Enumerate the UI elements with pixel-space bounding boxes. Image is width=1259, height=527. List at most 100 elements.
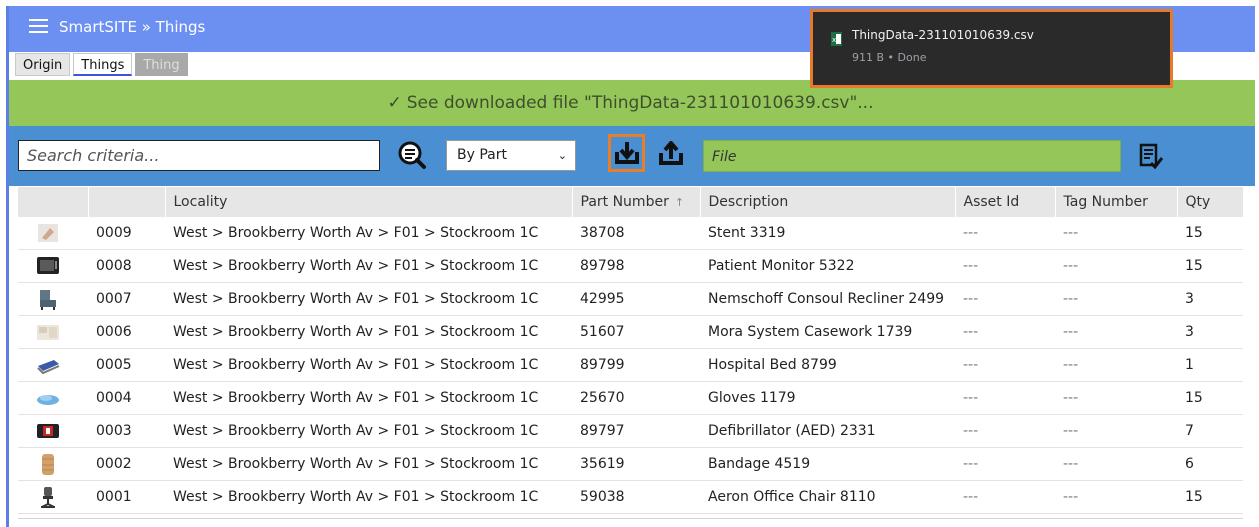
row-asset-id: ---: [955, 315, 1055, 349]
table-row[interactable]: 0002 West > Brookberry Worth Av > F01 > …: [18, 447, 1243, 481]
row-tag-number: ---: [1055, 282, 1177, 316]
row-id: 0004: [88, 381, 165, 415]
row-qty: 3: [1177, 315, 1243, 349]
upload-button[interactable]: [655, 137, 687, 171]
row-description: Mora System Casework 1739: [700, 315, 955, 349]
table-row[interactable]: 0003 West > Brookberry Worth Av > F01 > …: [18, 414, 1243, 448]
row-tag-number: ---: [1055, 249, 1177, 283]
report-checklist-icon[interactable]: [1139, 143, 1164, 170]
download-button[interactable]: [608, 134, 645, 172]
upload-icon: [659, 141, 683, 165]
row-description: Nemschoff Consoul Recliner 2499: [700, 282, 955, 316]
checkmark-icon: ✓: [387, 93, 402, 113]
tab-thing: Thing: [135, 53, 188, 76]
table-row[interactable]: 0004 West > Brookberry Worth Av > F01 > …: [18, 381, 1243, 415]
row-part-number: 35619: [572, 447, 700, 481]
row-part-number: 59038: [572, 480, 700, 514]
table-row[interactable]: 0008 West > Brookberry Worth Av > F01 > …: [18, 249, 1243, 283]
column-header-asset-id[interactable]: Asset Id: [955, 187, 1056, 217]
recliner-icon: [40, 290, 56, 310]
table-row[interactable]: 0009 West > Brookberry Worth Av > F01 > …: [18, 217, 1243, 250]
row-qty: 6: [1177, 447, 1243, 481]
download-popup[interactable]: x ThingData-231101010639.csv 911 B • Don…: [810, 9, 1173, 88]
hamburger-menu-icon[interactable]: [29, 19, 48, 33]
row-asset-id: ---: [955, 217, 1055, 250]
row-description: Defibrillator (AED) 2331: [700, 414, 955, 448]
filter-mode-select[interactable]: By Part ⌄: [446, 140, 576, 171]
row-part-number: 89797: [572, 414, 700, 448]
row-qty: 3: [1177, 282, 1243, 316]
row-description: Stent 3319: [700, 217, 955, 250]
tab-origin[interactable]: Origin: [15, 53, 71, 76]
row-locality: West > Brookberry Worth Av > F01 > Stock…: [165, 249, 572, 283]
row-part-number: 51607: [572, 315, 700, 349]
column-header-tag-number[interactable]: Tag Number: [1055, 187, 1178, 217]
column-header-image: [18, 187, 89, 217]
thumbnail-cell: [18, 447, 88, 481]
download-status: 911 B • Done: [852, 51, 927, 64]
search-input[interactable]: [18, 140, 380, 171]
column-header-id: [88, 187, 166, 217]
row-locality: West > Brookberry Worth Av > F01 > Stock…: [165, 414, 572, 448]
svg-text:x: x: [832, 36, 836, 44]
row-asset-id: ---: [955, 381, 1055, 415]
table-bottom-divider: [18, 518, 1243, 519]
gloves-icon: [37, 395, 59, 405]
row-part-number: 25670: [572, 381, 700, 415]
row-asset-id: ---: [955, 348, 1055, 382]
column-header-locality[interactable]: Locality: [165, 187, 573, 217]
row-locality: West > Brookberry Worth Av > F01 > Stock…: [165, 381, 572, 415]
row-description: Gloves 1179: [700, 381, 955, 415]
download-icon: [614, 142, 639, 164]
row-part-number: 89798: [572, 249, 700, 283]
tab-bar: Origin Things Thing: [15, 53, 188, 76]
file-field[interactable]: File: [703, 140, 1121, 172]
filter-mode-value: By Part: [457, 147, 507, 163]
casework-icon: [37, 325, 59, 340]
row-description: Patient Monitor 5322: [700, 249, 955, 283]
thumbnail-cell: [18, 249, 88, 283]
row-tag-number: ---: [1055, 480, 1177, 514]
table-row[interactable]: 0007 West > Brookberry Worth Av > F01 > …: [18, 282, 1243, 316]
row-qty: 15: [1177, 249, 1243, 283]
row-locality: West > Brookberry Worth Av > F01 > Stock…: [165, 315, 572, 349]
thumbnail-cell: [18, 315, 88, 349]
row-part-number: 42995: [572, 282, 700, 316]
row-locality: West > Brookberry Worth Av > F01 > Stock…: [165, 217, 572, 250]
row-id: 0007: [88, 282, 165, 316]
row-qty: 1: [1177, 348, 1243, 382]
table-row[interactable]: 0006 West > Brookberry Worth Av > F01 > …: [18, 315, 1243, 349]
things-table: Locality Part Number ↑ Description Asset …: [18, 187, 1244, 514]
column-header-description[interactable]: Description: [700, 187, 956, 217]
row-id: 0006: [88, 315, 165, 349]
column-header-part-number[interactable]: Part Number ↑: [572, 187, 701, 217]
row-id: 0005: [88, 348, 165, 382]
thumbnail-cell: [18, 480, 88, 514]
table-row[interactable]: 0005 West > Brookberry Worth Av > F01 > …: [18, 348, 1243, 382]
row-part-number: 38708: [572, 217, 700, 250]
stent-icon: [38, 224, 58, 242]
row-description: Aeron Office Chair 8110: [700, 480, 955, 514]
defibrillator-icon: [37, 424, 59, 438]
row-locality: West > Brookberry Worth Av > F01 > Stock…: [165, 282, 572, 316]
row-tag-number: ---: [1055, 217, 1177, 250]
patient-monitor-icon: [37, 257, 59, 274]
table-row[interactable]: 0001 West > Brookberry Worth Av > F01 > …: [18, 480, 1243, 514]
tab-things[interactable]: Things: [73, 53, 133, 76]
row-asset-id: ---: [955, 414, 1055, 448]
thumbnail-cell: [18, 217, 88, 250]
row-qty: 7: [1177, 414, 1243, 448]
table-header-row: Locality Part Number ↑ Description Asset …: [18, 187, 1244, 217]
row-id: 0001: [88, 480, 165, 514]
column-header-qty[interactable]: Qty: [1177, 187, 1244, 217]
row-asset-id: ---: [955, 282, 1055, 316]
row-locality: West > Brookberry Worth Av > F01 > Stock…: [165, 480, 572, 514]
row-id: 0002: [88, 447, 165, 481]
search-filter-icon[interactable]: [397, 140, 427, 170]
office-chair-icon: [41, 487, 55, 508]
chevron-down-icon: ⌄: [557, 149, 567, 162]
row-description: Hospital Bed 8799: [700, 348, 955, 382]
row-id: 0003: [88, 414, 165, 448]
row-tag-number: ---: [1055, 447, 1177, 481]
thumbnail-cell: [18, 381, 88, 415]
